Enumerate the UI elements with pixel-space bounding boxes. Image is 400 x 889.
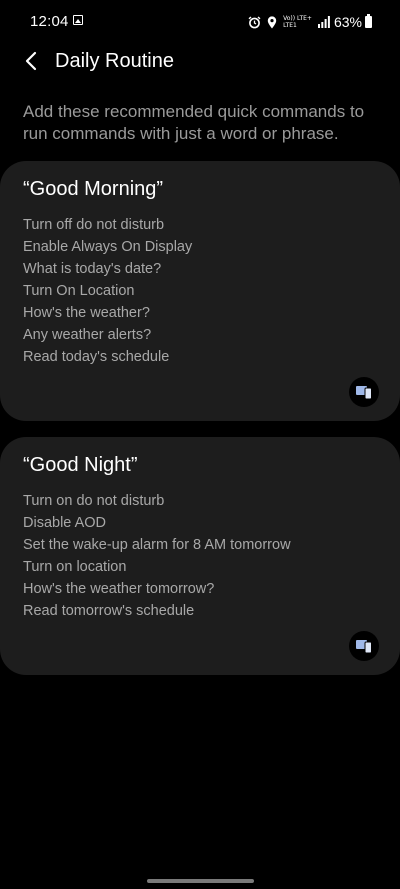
network-line-2: LTE1	[283, 22, 297, 29]
battery-percentage: 63%	[333, 14, 362, 30]
command-item: Read tomorrow's schedule	[23, 603, 195, 619]
command-item: What is today's date?	[23, 261, 162, 277]
chevron-left-icon	[25, 51, 37, 71]
app-header: Daily Routine	[0, 40, 400, 82]
command-item: How's the weather tomorrow?	[23, 581, 215, 597]
card-title: “Good Morning”	[23, 178, 164, 200]
command-item: Any weather alerts?	[23, 327, 152, 343]
gallery-icon	[73, 15, 83, 25]
battery-icon	[365, 14, 372, 28]
device-select-button[interactable]	[349, 377, 379, 407]
command-item: Read today's schedule	[23, 349, 170, 365]
command-card-good-night[interactable]: “Good Night” Turn on do not disturb Disa…	[0, 437, 400, 675]
status-icons: Vo)) LTE+ LTE1 63%	[242, 12, 372, 32]
navigation-handle[interactable]	[147, 879, 254, 883]
command-item: Turn On Location	[23, 283, 135, 299]
location-icon	[267, 15, 277, 29]
alarm-icon	[248, 15, 261, 29]
command-item: Turn on do not disturb	[23, 493, 165, 509]
back-button[interactable]	[14, 44, 48, 78]
command-list: Turn on do not disturb Disable AOD Set t…	[23, 490, 291, 622]
device-select-button[interactable]	[349, 631, 379, 661]
phone-tablet-icon	[356, 640, 372, 654]
command-item: Enable Always On Display	[23, 239, 193, 255]
command-item: Disable AOD	[23, 515, 107, 531]
command-item: Set the wake-up alarm for 8 AM tomorrow	[23, 537, 291, 553]
network-indicator: Vo)) LTE+ LTE1	[283, 15, 312, 29]
signal-icon	[317, 16, 330, 28]
page-title: Daily Routine	[55, 50, 174, 72]
command-list: Turn off do not disturb Enable Always On…	[23, 214, 192, 368]
page-description: Add these recommended quick commands to …	[23, 102, 365, 143]
command-item: Turn off do not disturb	[23, 217, 165, 233]
card-title: “Good Night”	[23, 454, 138, 476]
phone-tablet-icon	[356, 386, 372, 400]
network-line-1: Vo)) LTE+	[283, 15, 312, 22]
command-item: Turn on location	[23, 559, 127, 575]
command-card-good-morning[interactable]: “Good Morning” Turn off do not disturb E…	[0, 161, 400, 421]
command-item: How's the weather?	[23, 305, 150, 321]
status-time: 12:04	[30, 13, 69, 30]
